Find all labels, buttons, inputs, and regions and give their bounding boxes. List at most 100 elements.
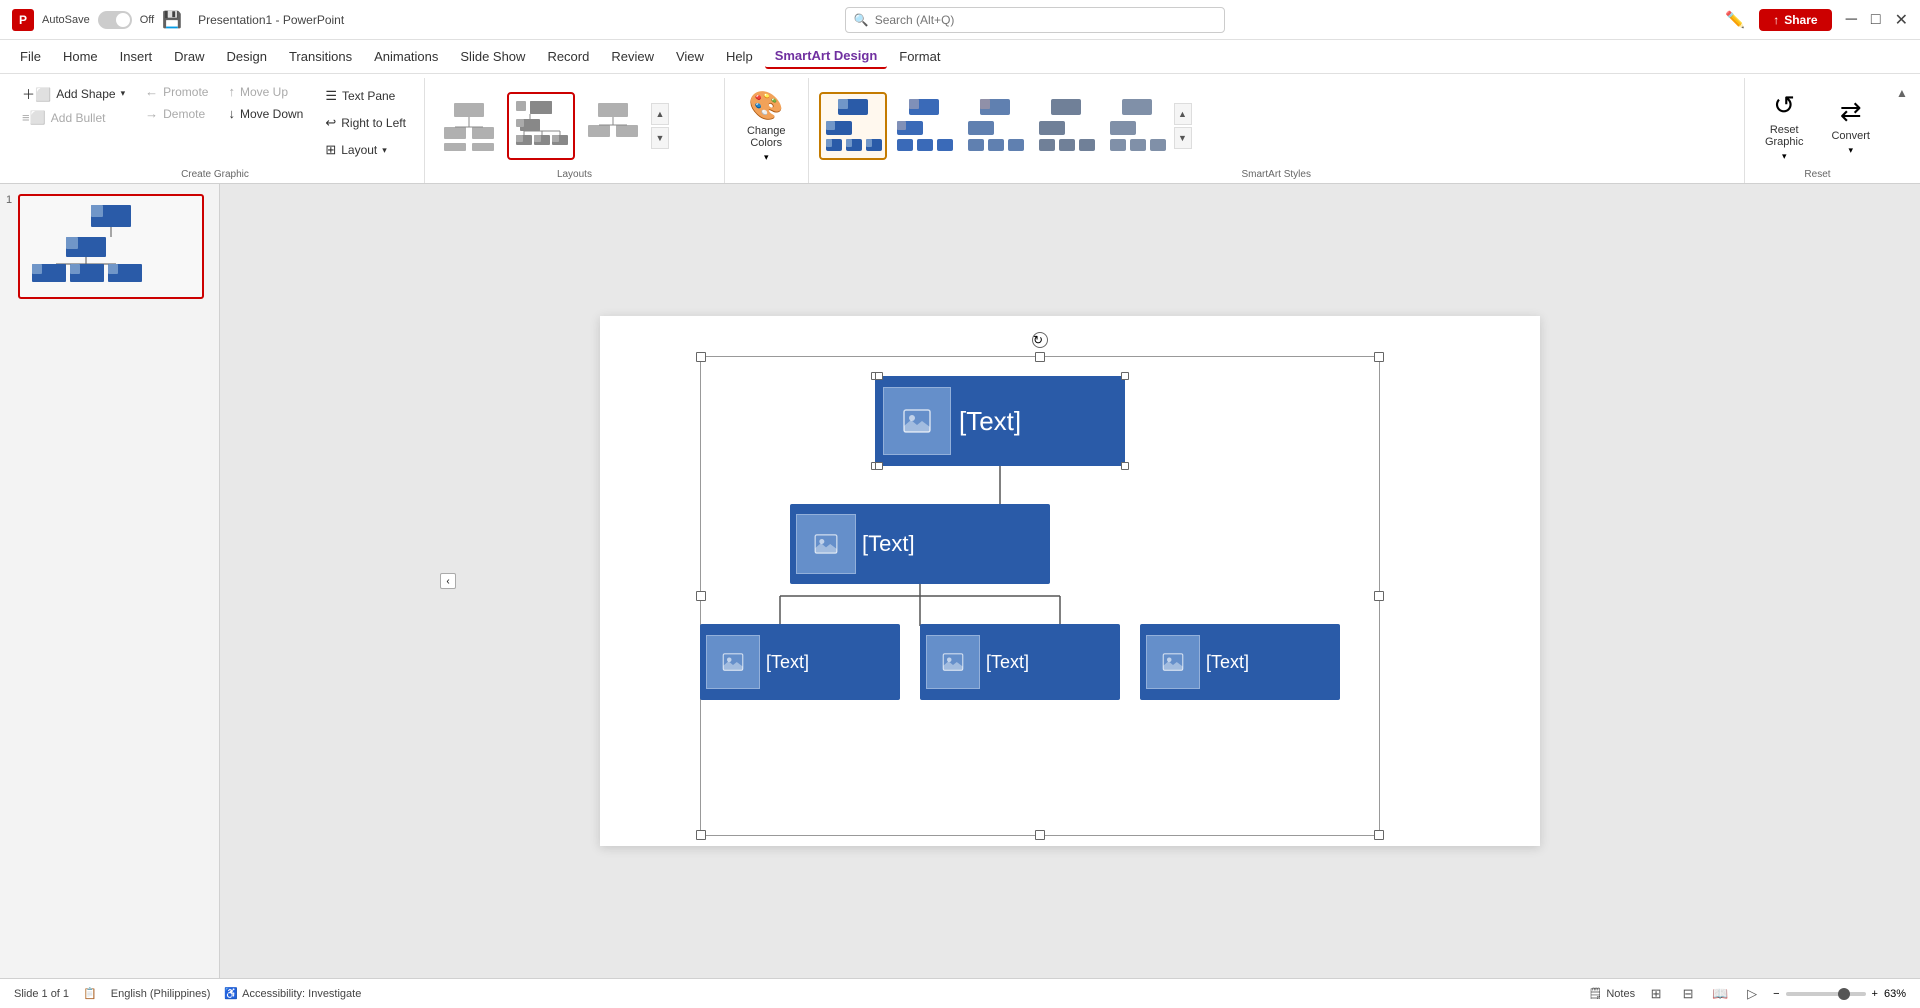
add-shape-button[interactable]: ＋⬜ Add Shape ▾ bbox=[16, 82, 131, 105]
slides-panel: 1 bbox=[0, 184, 220, 978]
handle-bottom-left[interactable] bbox=[696, 830, 706, 840]
handle-middle-left[interactable] bbox=[696, 591, 706, 601]
zoom-slider[interactable] bbox=[1786, 992, 1866, 996]
minimize-button[interactable]: ─ bbox=[1846, 11, 1857, 29]
menu-record[interactable]: Record bbox=[537, 45, 599, 68]
menu-design[interactable]: Design bbox=[217, 45, 277, 68]
rtl-label: Right to Left bbox=[341, 116, 406, 130]
convert-button[interactable]: ⇄ Convert ▾ bbox=[1821, 90, 1880, 162]
change-colors-button[interactable]: 🎨 ChangeColors ▾ bbox=[735, 83, 798, 169]
save-icon[interactable]: 💾 bbox=[162, 10, 182, 30]
slideshow-button[interactable]: ▷ bbox=[1741, 983, 1763, 1005]
handle-bottom-right[interactable] bbox=[1374, 830, 1384, 840]
menu-smartart-design[interactable]: SmartArt Design bbox=[765, 44, 888, 69]
menu-format[interactable]: Format bbox=[889, 45, 950, 68]
smartart-style-4[interactable] bbox=[1032, 92, 1100, 160]
smartart-style-1[interactable] bbox=[819, 92, 887, 160]
image-icon-2 bbox=[814, 534, 838, 554]
org-box-level3a[interactable]: [Text] bbox=[700, 624, 900, 700]
smartart-container[interactable]: ↻ bbox=[700, 356, 1380, 836]
close-button[interactable]: ✕ bbox=[1895, 10, 1908, 30]
right-to-left-button[interactable]: ↩ Right to Left bbox=[317, 111, 414, 135]
handle-bottom-middle[interactable] bbox=[1035, 830, 1045, 840]
reset-graphic-button[interactable]: ↺ ResetGraphic ▾ bbox=[1755, 84, 1814, 168]
maximize-button[interactable]: □ bbox=[1871, 11, 1881, 29]
layout-item-2[interactable] bbox=[507, 92, 575, 160]
layout-scroll-up[interactable]: ▲ bbox=[651, 103, 669, 125]
smartart-style-5[interactable] bbox=[1103, 92, 1171, 160]
layout-svg-1 bbox=[440, 97, 498, 155]
ribbon-collapse-button[interactable]: ▲ bbox=[1890, 78, 1914, 100]
zoom-out-button[interactable]: − bbox=[1773, 988, 1779, 1000]
smartart-style-svg-3 bbox=[964, 95, 1026, 157]
move-down-button[interactable]: ↓ Move Down bbox=[222, 104, 309, 123]
smartart-style-3[interactable] bbox=[961, 92, 1029, 160]
menu-insert[interactable]: Insert bbox=[110, 45, 163, 68]
menu-view[interactable]: View bbox=[666, 45, 714, 68]
move-up-button[interactable]: ↑ Move Up bbox=[222, 82, 309, 101]
rotate-handle[interactable]: ↻ bbox=[1032, 332, 1048, 348]
reset-graphic-dropdown-icon: ▾ bbox=[1782, 151, 1787, 162]
menu-home[interactable]: Home bbox=[53, 45, 108, 68]
move-down-label: Move Down bbox=[240, 107, 303, 121]
slide-thumbnail-1[interactable] bbox=[18, 194, 204, 299]
share-button[interactable]: ↑ Share bbox=[1759, 9, 1831, 31]
layout-icon: ⊞ bbox=[325, 142, 336, 158]
panel-collapse-button[interactable]: ‹ bbox=[440, 573, 456, 589]
style-scroll-up[interactable]: ▲ bbox=[1174, 103, 1192, 125]
box-image-placeholder-3a bbox=[706, 635, 760, 689]
notes-icon: 🗒 bbox=[1588, 987, 1602, 1000]
ribbon-group-create-graphic: ＋⬜ Add Shape ▾ ≡⬜ Add Bullet ← Promote →… bbox=[6, 78, 425, 183]
handle-top-right[interactable] bbox=[1374, 352, 1384, 362]
org-box-level1[interactable]: [Text] bbox=[875, 376, 1125, 466]
style-scroll-down[interactable]: ▼ bbox=[1174, 127, 1192, 149]
toggle-knob bbox=[116, 13, 130, 27]
org-box-level3b[interactable]: [Text] bbox=[920, 624, 1120, 700]
handle-top-middle[interactable] bbox=[1035, 352, 1045, 362]
text-pane-label: Text Pane bbox=[342, 89, 395, 103]
layout-scroll-down[interactable]: ▼ bbox=[651, 127, 669, 149]
org-box-level3c[interactable]: [Text] bbox=[1140, 624, 1340, 700]
menu-review[interactable]: Review bbox=[601, 45, 664, 68]
style-scroll-arrows: ▲ ▼ bbox=[1174, 103, 1192, 149]
add-bullet-label: Add Bullet bbox=[51, 111, 106, 125]
convert-dropdown-icon: ▾ bbox=[1848, 145, 1853, 156]
search-box[interactable]: 🔍 bbox=[845, 7, 1225, 33]
menu-help[interactable]: Help bbox=[716, 45, 763, 68]
box-image-placeholder-3b bbox=[926, 635, 980, 689]
smartart-style-2[interactable] bbox=[890, 92, 958, 160]
handle-middle-right[interactable] bbox=[1374, 591, 1384, 601]
menu-file[interactable]: File bbox=[10, 45, 51, 68]
slide-sorter-button[interactable]: ⊟ bbox=[1677, 983, 1699, 1005]
ribbon-group-change-colors: 🎨 ChangeColors ▾ _ bbox=[725, 78, 809, 183]
move-up-icon: ↑ bbox=[228, 84, 235, 99]
accessibility-status[interactable]: ♿ Accessibility: Investigate bbox=[224, 987, 361, 1000]
handle-top-left[interactable] bbox=[696, 352, 706, 362]
layout-item-3[interactable] bbox=[579, 92, 647, 160]
language-status: English (Philippines) bbox=[111, 988, 211, 1000]
layout-dropdown-icon: ▾ bbox=[382, 145, 387, 156]
layout-item-1[interactable] bbox=[435, 92, 503, 160]
promote-label: Promote bbox=[163, 85, 208, 99]
notes-button[interactable]: 🗒 Notes bbox=[1588, 987, 1635, 1000]
promote-button[interactable]: ← Promote bbox=[139, 82, 214, 101]
menu-animations[interactable]: Animations bbox=[364, 45, 448, 68]
accessibility-label: Accessibility: Investigate bbox=[242, 988, 361, 1000]
menu-draw[interactable]: Draw bbox=[164, 45, 214, 68]
demote-icon: → bbox=[145, 106, 158, 121]
text-pane-button[interactable]: ☰ Text Pane bbox=[317, 84, 414, 108]
menu-slideshow[interactable]: Slide Show bbox=[450, 45, 535, 68]
demote-button[interactable]: → Demote bbox=[139, 104, 214, 123]
org-box-text-level1: [Text] bbox=[959, 406, 1021, 437]
reading-view-button[interactable]: 📖 bbox=[1709, 983, 1731, 1005]
layout-button[interactable]: ⊞ Layout ▾ bbox=[317, 138, 414, 162]
zoom-in-button[interactable]: + bbox=[1872, 988, 1878, 1000]
normal-view-button[interactable]: ⊞ bbox=[1645, 983, 1667, 1005]
add-bullet-button[interactable]: ≡⬜ Add Bullet bbox=[16, 108, 131, 128]
autosave-toggle[interactable] bbox=[98, 11, 132, 29]
notes-view-icon[interactable]: 📋 bbox=[83, 987, 97, 1000]
search-input[interactable] bbox=[875, 13, 1216, 27]
org-box-level2[interactable]: [Text] bbox=[790, 504, 1050, 584]
menu-transitions[interactable]: Transitions bbox=[279, 45, 362, 68]
pen-icon[interactable]: ✏️ bbox=[1725, 10, 1745, 30]
